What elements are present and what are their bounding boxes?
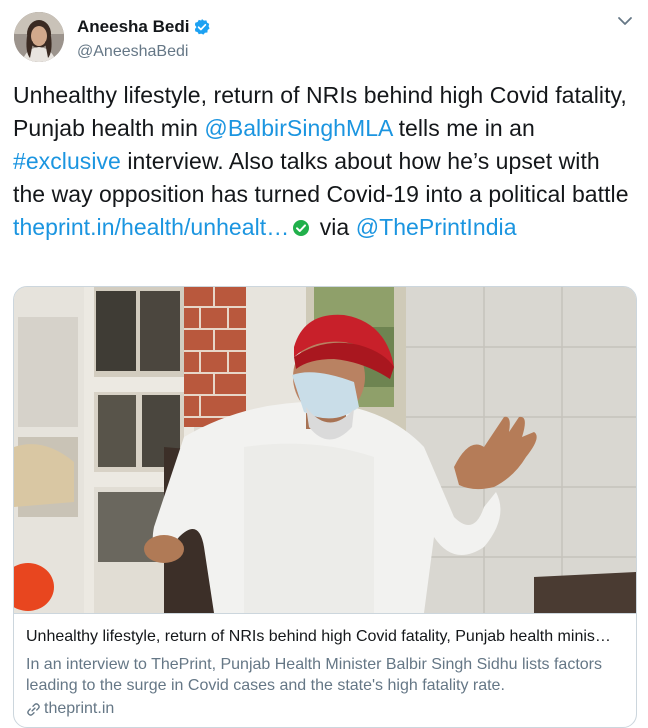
name-row: Aneesha Bedi <box>77 17 211 37</box>
card-domain: theprint.in <box>26 700 114 718</box>
card-image <box>14 287 636 613</box>
verified-badge-icon <box>193 18 211 36</box>
tweet-text-part: tells me in an <box>392 115 535 141</box>
tweet[interactable]: Aneesha Bedi @AneeshaBedi Unhealthy life… <box>0 0 648 728</box>
link-card[interactable]: Unhealthy lifestyle, return of NRIs behi… <box>13 286 637 728</box>
hashtag-link[interactable]: #exclusive <box>13 148 121 174</box>
avatar[interactable] <box>14 12 64 62</box>
tweet-header: Aneesha Bedi @AneeshaBedi <box>14 12 634 64</box>
card-title[interactable]: Unhealthy lifestyle, return of NRIs behi… <box>26 628 626 646</box>
display-name[interactable]: Aneesha Bedi <box>77 17 189 37</box>
card-body: Unhealthy lifestyle, return of NRIs behi… <box>14 613 636 717</box>
chevron-down-icon[interactable] <box>616 12 634 30</box>
link-icon <box>27 702 40 716</box>
card-description: In an interview to ThePrint, Punjab Heal… <box>26 656 602 694</box>
card-domain-text: theprint.in <box>44 700 115 717</box>
mention-link[interactable]: @ThePrintIndia <box>356 214 517 240</box>
mention-link[interactable]: @BalbirSinghMLA <box>204 115 392 141</box>
url-link[interactable]: theprint.in/health/unhealt… <box>13 214 289 240</box>
check-circle-icon <box>292 213 310 236</box>
tweet-text: Unhealthy lifestyle, return of NRIs behi… <box>13 79 633 244</box>
user-handle[interactable]: @AneeshaBedi <box>77 43 188 61</box>
tweet-text-part: via <box>313 214 356 240</box>
